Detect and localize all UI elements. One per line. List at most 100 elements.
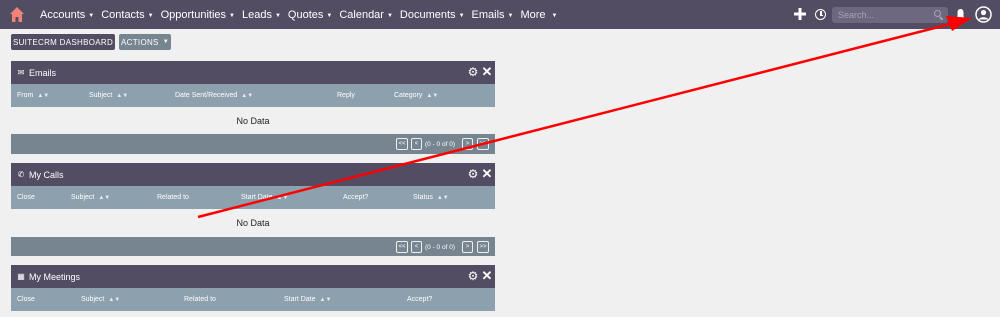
next-page-button[interactable]: > <box>462 241 473 253</box>
first-page-button[interactable]: << <box>396 241 408 253</box>
column-label: Related to <box>184 296 216 303</box>
pager-label: > <box>465 141 470 147</box>
column-label: Category <box>394 92 423 99</box>
column-header-row: From ▲▼ Subject ▲▼ Date Sent/Received ▲▼ Re… <box>11 84 495 107</box>
gear-icon[interactable]: ⚙ <box>467 167 479 181</box>
search-input[interactable] <box>832 7 948 23</box>
dashlet-header: ✉ Emails ⚙ ✕ <box>11 61 495 84</box>
column-label: Subject <box>89 92 113 99</box>
pagination-range: (0 - 0 of 0) <box>425 243 455 251</box>
first-page-button[interactable]: << <box>396 138 408 150</box>
nav-label: Accounts <box>40 8 86 21</box>
column-start-date[interactable]: Start Date ▲▼ <box>241 186 288 209</box>
dashboard-button-label: SUITECRM DASHBOARD <box>12 37 114 47</box>
chevron-down-icon: ▼ <box>88 12 95 19</box>
main-menu: Accounts ▼ Contacts ▼ Opportunities ▼ Leads… <box>40 0 565 29</box>
chevron-down-icon: ▼ <box>162 39 169 45</box>
nav-label: Opportunities <box>160 8 227 21</box>
gear-icon[interactable]: ⚙ <box>467 269 479 283</box>
column-label: Accept? <box>407 296 433 303</box>
dashlet-title: My Calls <box>29 169 64 180</box>
column-subject[interactable]: Subject ▲▼ <box>71 186 110 209</box>
phone-icon: ✆ <box>17 170 25 179</box>
column-accept: Accept? <box>407 288 432 311</box>
no-data-text: No Data <box>236 115 270 126</box>
home-icon[interactable] <box>9 6 25 23</box>
nav-opportunities[interactable]: Opportunities ▼ <box>161 9 235 21</box>
nav-label: Documents <box>399 8 456 21</box>
sort-icon: ▲▼ <box>276 194 289 201</box>
pager-label: << <box>398 244 406 250</box>
chevron-down-icon: ▼ <box>386 12 393 19</box>
plus-icon[interactable] <box>793 7 807 21</box>
column-related-to: Related to <box>184 288 216 311</box>
sort-icon: ▲▼ <box>426 92 439 99</box>
last-page-button[interactable]: >> <box>477 138 489 150</box>
column-from[interactable]: From ▲▼ <box>17 84 49 107</box>
actions-button[interactable]: ACTIONS ▼ <box>119 34 171 50</box>
column-accept: Accept? <box>343 186 368 209</box>
dashlet-header: ✆ My Calls ⚙ ✕ <box>11 163 495 186</box>
nav-label: Contacts <box>101 8 145 21</box>
last-page-button[interactable]: >> <box>477 241 489 253</box>
close-icon[interactable]: ✕ <box>481 166 493 181</box>
column-label: From <box>17 92 34 99</box>
column-header-row: Close Subject ▲▼ Related to Start Date ▲▼ … <box>11 288 495 311</box>
gear-icon[interactable]: ⚙ <box>467 65 479 79</box>
nav-contacts[interactable]: Contacts ▼ <box>101 9 153 21</box>
column-status[interactable]: Status ▲▼ <box>413 186 449 209</box>
nav-more[interactable]: More ▼ <box>520 9 557 21</box>
bell-icon[interactable] <box>956 8 965 21</box>
nav-label: Calendar <box>339 8 384 21</box>
history-icon[interactable] <box>815 9 826 20</box>
column-start-date[interactable]: Start Date ▲▼ <box>284 288 331 311</box>
column-date-sent[interactable]: Date Sent/Received ▲▼ <box>175 84 253 107</box>
column-close: Close <box>17 186 35 209</box>
prev-page-button[interactable]: < <box>411 241 422 253</box>
nav-leads[interactable]: Leads ▼ <box>242 9 281 21</box>
search-icon[interactable] <box>934 10 941 17</box>
dashlet-title: Emails <box>29 67 57 78</box>
next-page-button[interactable]: > <box>462 138 473 150</box>
prev-page-button[interactable]: < <box>411 138 422 150</box>
nav-label: Quotes <box>287 8 324 21</box>
actions-button-label: ACTIONS <box>121 37 159 47</box>
column-label: Reply <box>337 92 355 99</box>
dashlet-header: ▦ My Meetings ⚙ ✕ <box>11 265 495 288</box>
column-label: Related to <box>157 194 189 201</box>
column-label: Close <box>17 194 35 201</box>
chevron-down-icon: ▼ <box>326 12 333 19</box>
column-reply: Reply <box>337 84 355 107</box>
close-icon[interactable]: ✕ <box>481 64 493 79</box>
my-calls-dashlet: ✆ My Calls ⚙ ✕ Close Subject ▲▼ Related t… <box>11 163 495 256</box>
nav-emails[interactable]: Emails ▼ <box>472 9 514 21</box>
pager-label: >> <box>479 141 487 147</box>
column-subject[interactable]: Subject ▲▼ <box>81 288 120 311</box>
nav-calendar[interactable]: Calendar ▼ <box>339 9 393 21</box>
chevron-down-icon: ▼ <box>458 12 465 19</box>
nav-accounts[interactable]: Accounts ▼ <box>40 9 94 21</box>
pagination-range: (0 - 0 of 0) <box>425 140 455 148</box>
user-avatar-icon[interactable] <box>975 6 992 23</box>
pager-label: > <box>465 244 470 250</box>
suitecrm-dashboard-button[interactable]: SUITECRM DASHBOARD <box>11 34 115 50</box>
column-label: Subject <box>81 296 105 303</box>
column-subject[interactable]: Subject ▲▼ <box>89 84 128 107</box>
email-icon: ✉ <box>17 68 25 77</box>
chevron-down-icon: ▼ <box>229 12 235 19</box>
nav-quotes[interactable]: Quotes ▼ <box>288 9 332 21</box>
chevron-down-icon: ▼ <box>507 12 514 19</box>
column-category[interactable]: Category ▲▼ <box>394 84 438 107</box>
pager-label: >> <box>479 244 487 250</box>
pager-label: << <box>398 141 406 147</box>
nav-documents[interactable]: Documents ▼ <box>400 9 465 21</box>
sort-icon: ▲▼ <box>241 92 254 99</box>
calendar-icon: ▦ <box>17 272 25 281</box>
dashlet-title: My Meetings <box>29 271 81 282</box>
sort-icon: ▲▼ <box>98 194 111 201</box>
empty-state: No Data <box>11 209 495 237</box>
close-icon[interactable]: ✕ <box>481 268 493 283</box>
column-label: Status <box>413 194 433 201</box>
chevron-down-icon: ▼ <box>147 12 154 19</box>
sort-icon: ▲▼ <box>436 194 449 201</box>
